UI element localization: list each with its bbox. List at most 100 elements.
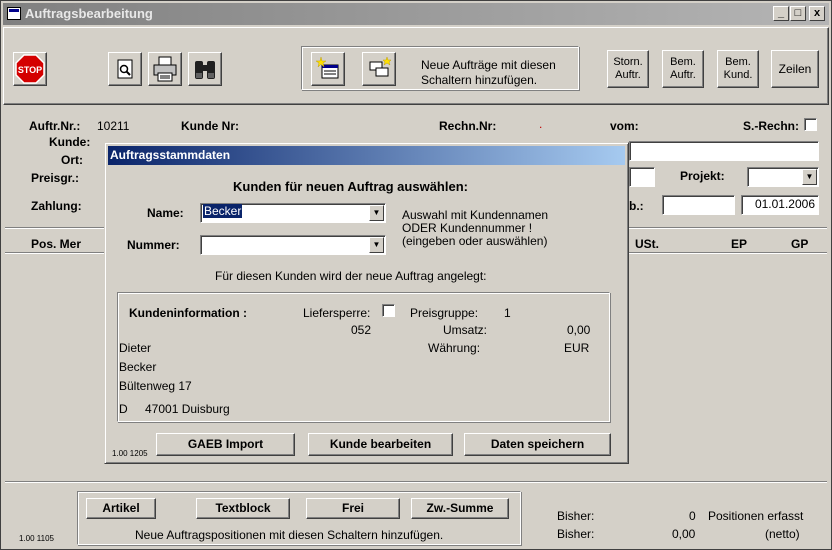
- preisgruppe-label: Preisgruppe:: [410, 306, 479, 320]
- liefersperre-label: Liefersperre:: [303, 306, 371, 320]
- stop-icon: STOP: [15, 54, 45, 84]
- netto-label: (netto): [765, 527, 800, 541]
- rechn-nr-label: Rechn.Nr:: [439, 119, 497, 133]
- date-field[interactable]: 01.01.2006: [741, 195, 819, 215]
- col-ep-header: EP: [731, 237, 748, 251]
- liefersperre-checkbox[interactable]: [382, 304, 395, 317]
- print-button[interactable]: [148, 52, 182, 86]
- name-select[interactable]: Becker ▼: [200, 203, 386, 223]
- main-window: Auftragsbearbeitung _ □ x STOP Neue Auft…: [0, 0, 832, 550]
- new-order-button[interactable]: [311, 52, 345, 86]
- dialog-info-text: Für diesen Kunden wird der neue Auftrag …: [215, 269, 487, 283]
- bisher1-value: 0: [689, 509, 696, 523]
- title-bar[interactable]: Auftragsbearbeitung _ □ x: [3, 3, 829, 25]
- kundeninfo-label: Kundeninformation :: [129, 306, 247, 320]
- col-pos-header: Pos. Mer: [31, 237, 82, 251]
- dialog-heading: Kunden für neuen Auftrag auswählen:: [233, 179, 468, 194]
- preisgruppe-value: 1: [504, 306, 511, 320]
- preisgr-field[interactable]: [629, 167, 655, 187]
- customer-code-value: 052: [351, 323, 372, 337]
- preisgr-label: Preisgr.:: [31, 171, 80, 185]
- customer-strasse: Bültenweg 17: [119, 379, 192, 393]
- bisher1-label: Bisher:: [557, 509, 595, 523]
- gaeb-import-button[interactable]: GAEB Import: [156, 433, 295, 456]
- customer-vorname: Dieter: [119, 341, 152, 355]
- lieferdatum-field[interactable]: [662, 195, 735, 215]
- zw-summe-button[interactable]: Zw.-Summe: [411, 498, 509, 519]
- printer-icon: [153, 56, 177, 82]
- bem-auftr-line2: Auftr.: [670, 69, 696, 81]
- dialog-title-bar[interactable]: Auftragsstammdaten: [108, 146, 625, 165]
- bem-auftr-button[interactable]: Bem. Auftr.: [662, 50, 704, 88]
- bem-auftr-line1: Bem.: [670, 56, 696, 68]
- storn-line1: Storn.: [613, 56, 643, 68]
- dialog-version: 1.00 1205: [112, 449, 148, 458]
- copy-structure-icon: [369, 56, 392, 77]
- add-order-hint-line1: Neue Aufträge mit diesen: [421, 58, 556, 72]
- customer-plz-ort: 47001 Duisburg: [145, 402, 230, 416]
- projekt-label: Projekt:: [680, 169, 725, 183]
- storn-line2: Auftr.: [615, 69, 641, 81]
- window-title: Auftragsbearbeitung: [25, 6, 153, 21]
- maximize-button[interactable]: □: [790, 6, 806, 21]
- search-button[interactable]: [188, 52, 222, 86]
- nummer-dropdown-arrow-icon[interactable]: ▼: [369, 237, 384, 253]
- bem-kund-line1: Bem.: [725, 56, 751, 68]
- name-value: Becker: [203, 204, 243, 218]
- form-icon: [7, 7, 21, 20]
- ort-label: Ort:: [61, 153, 83, 167]
- umsatz-label: Umsatz:: [443, 323, 488, 337]
- vom-label: vom:: [610, 119, 639, 133]
- rechn-nr-value: .: [539, 117, 543, 131]
- artikel-button[interactable]: Artikel: [86, 498, 156, 519]
- lieferdatum-label: b.:: [629, 199, 644, 213]
- waehrung-value: EUR: [564, 341, 590, 355]
- bisher2-value: 0,00: [672, 527, 696, 541]
- minimize-button[interactable]: _: [773, 6, 789, 21]
- hint-line2: ODER Kundennummer !: [402, 221, 533, 235]
- zeilen-button[interactable]: Zeilen: [771, 50, 819, 88]
- dialog-title: Auftragsstammdaten: [110, 148, 231, 162]
- kunde-bearbeiten-button[interactable]: Kunde bearbeiten: [308, 433, 453, 456]
- customer-land: D: [119, 402, 128, 416]
- kunde-nr-label: Kunde Nr:: [181, 119, 239, 133]
- bisher2-label: Bisher:: [557, 527, 595, 541]
- daten-speichern-button[interactable]: Daten speichern: [464, 433, 611, 456]
- nummer-label: Nummer:: [127, 238, 180, 252]
- waehrung-label: Währung:: [428, 341, 481, 355]
- add-order-hint-line2: Schaltern hinzufügen.: [421, 73, 538, 87]
- frei-button[interactable]: Frei: [306, 498, 400, 519]
- nummer-select[interactable]: ▼: [200, 235, 386, 255]
- name-dropdown-arrow-icon[interactable]: ▼: [369, 205, 384, 221]
- bem-kund-button[interactable]: Bem. Kund.: [717, 50, 759, 88]
- hint-line1: Auswahl mit Kundennamen: [402, 208, 549, 222]
- close-button[interactable]: x: [809, 6, 825, 21]
- customer-name-field[interactable]: [629, 141, 819, 161]
- storn-auftr-button[interactable]: Storn. Auftr.: [607, 50, 649, 88]
- footer-hint: Neue Auftragspositionen mit diesen Schal…: [135, 528, 444, 542]
- bem-kund-line2: Kund.: [723, 69, 753, 81]
- print-preview-icon: [117, 59, 133, 79]
- copy-order-button[interactable]: [362, 52, 396, 86]
- umsatz-value: 0,00: [567, 323, 591, 337]
- col-ust-header: USt.: [635, 237, 659, 251]
- preview-button[interactable]: [108, 52, 142, 86]
- col-gp-header: GP: [791, 237, 809, 251]
- textblock-button[interactable]: Textblock: [196, 498, 290, 519]
- s-rechn-label: S.-Rechn:: [743, 119, 800, 133]
- stop-button[interactable]: STOP: [13, 52, 47, 86]
- projekt-select[interactable]: ▼: [747, 167, 819, 187]
- kunde-label: Kunde:: [49, 135, 91, 149]
- auftr-nr-label: Auftr.Nr.:: [29, 119, 81, 133]
- auftragsstammdaten-dialog: Auftragsstammdaten Kunden für neuen Auft…: [104, 142, 629, 464]
- auftr-nr-value: 10211: [97, 119, 130, 133]
- hint-line3: (eingeben oder auswählen): [402, 234, 548, 248]
- projekt-dropdown-arrow-icon[interactable]: ▼: [802, 169, 817, 185]
- footer-divider: [5, 481, 827, 483]
- s-rechn-checkbox[interactable]: [804, 118, 817, 131]
- svg-text:STOP: STOP: [18, 65, 42, 75]
- name-label: Name:: [147, 206, 184, 220]
- binoculars-icon: [195, 61, 215, 79]
- customer-nachname: Becker: [119, 360, 157, 374]
- zahlung-label: Zahlung:: [31, 199, 82, 213]
